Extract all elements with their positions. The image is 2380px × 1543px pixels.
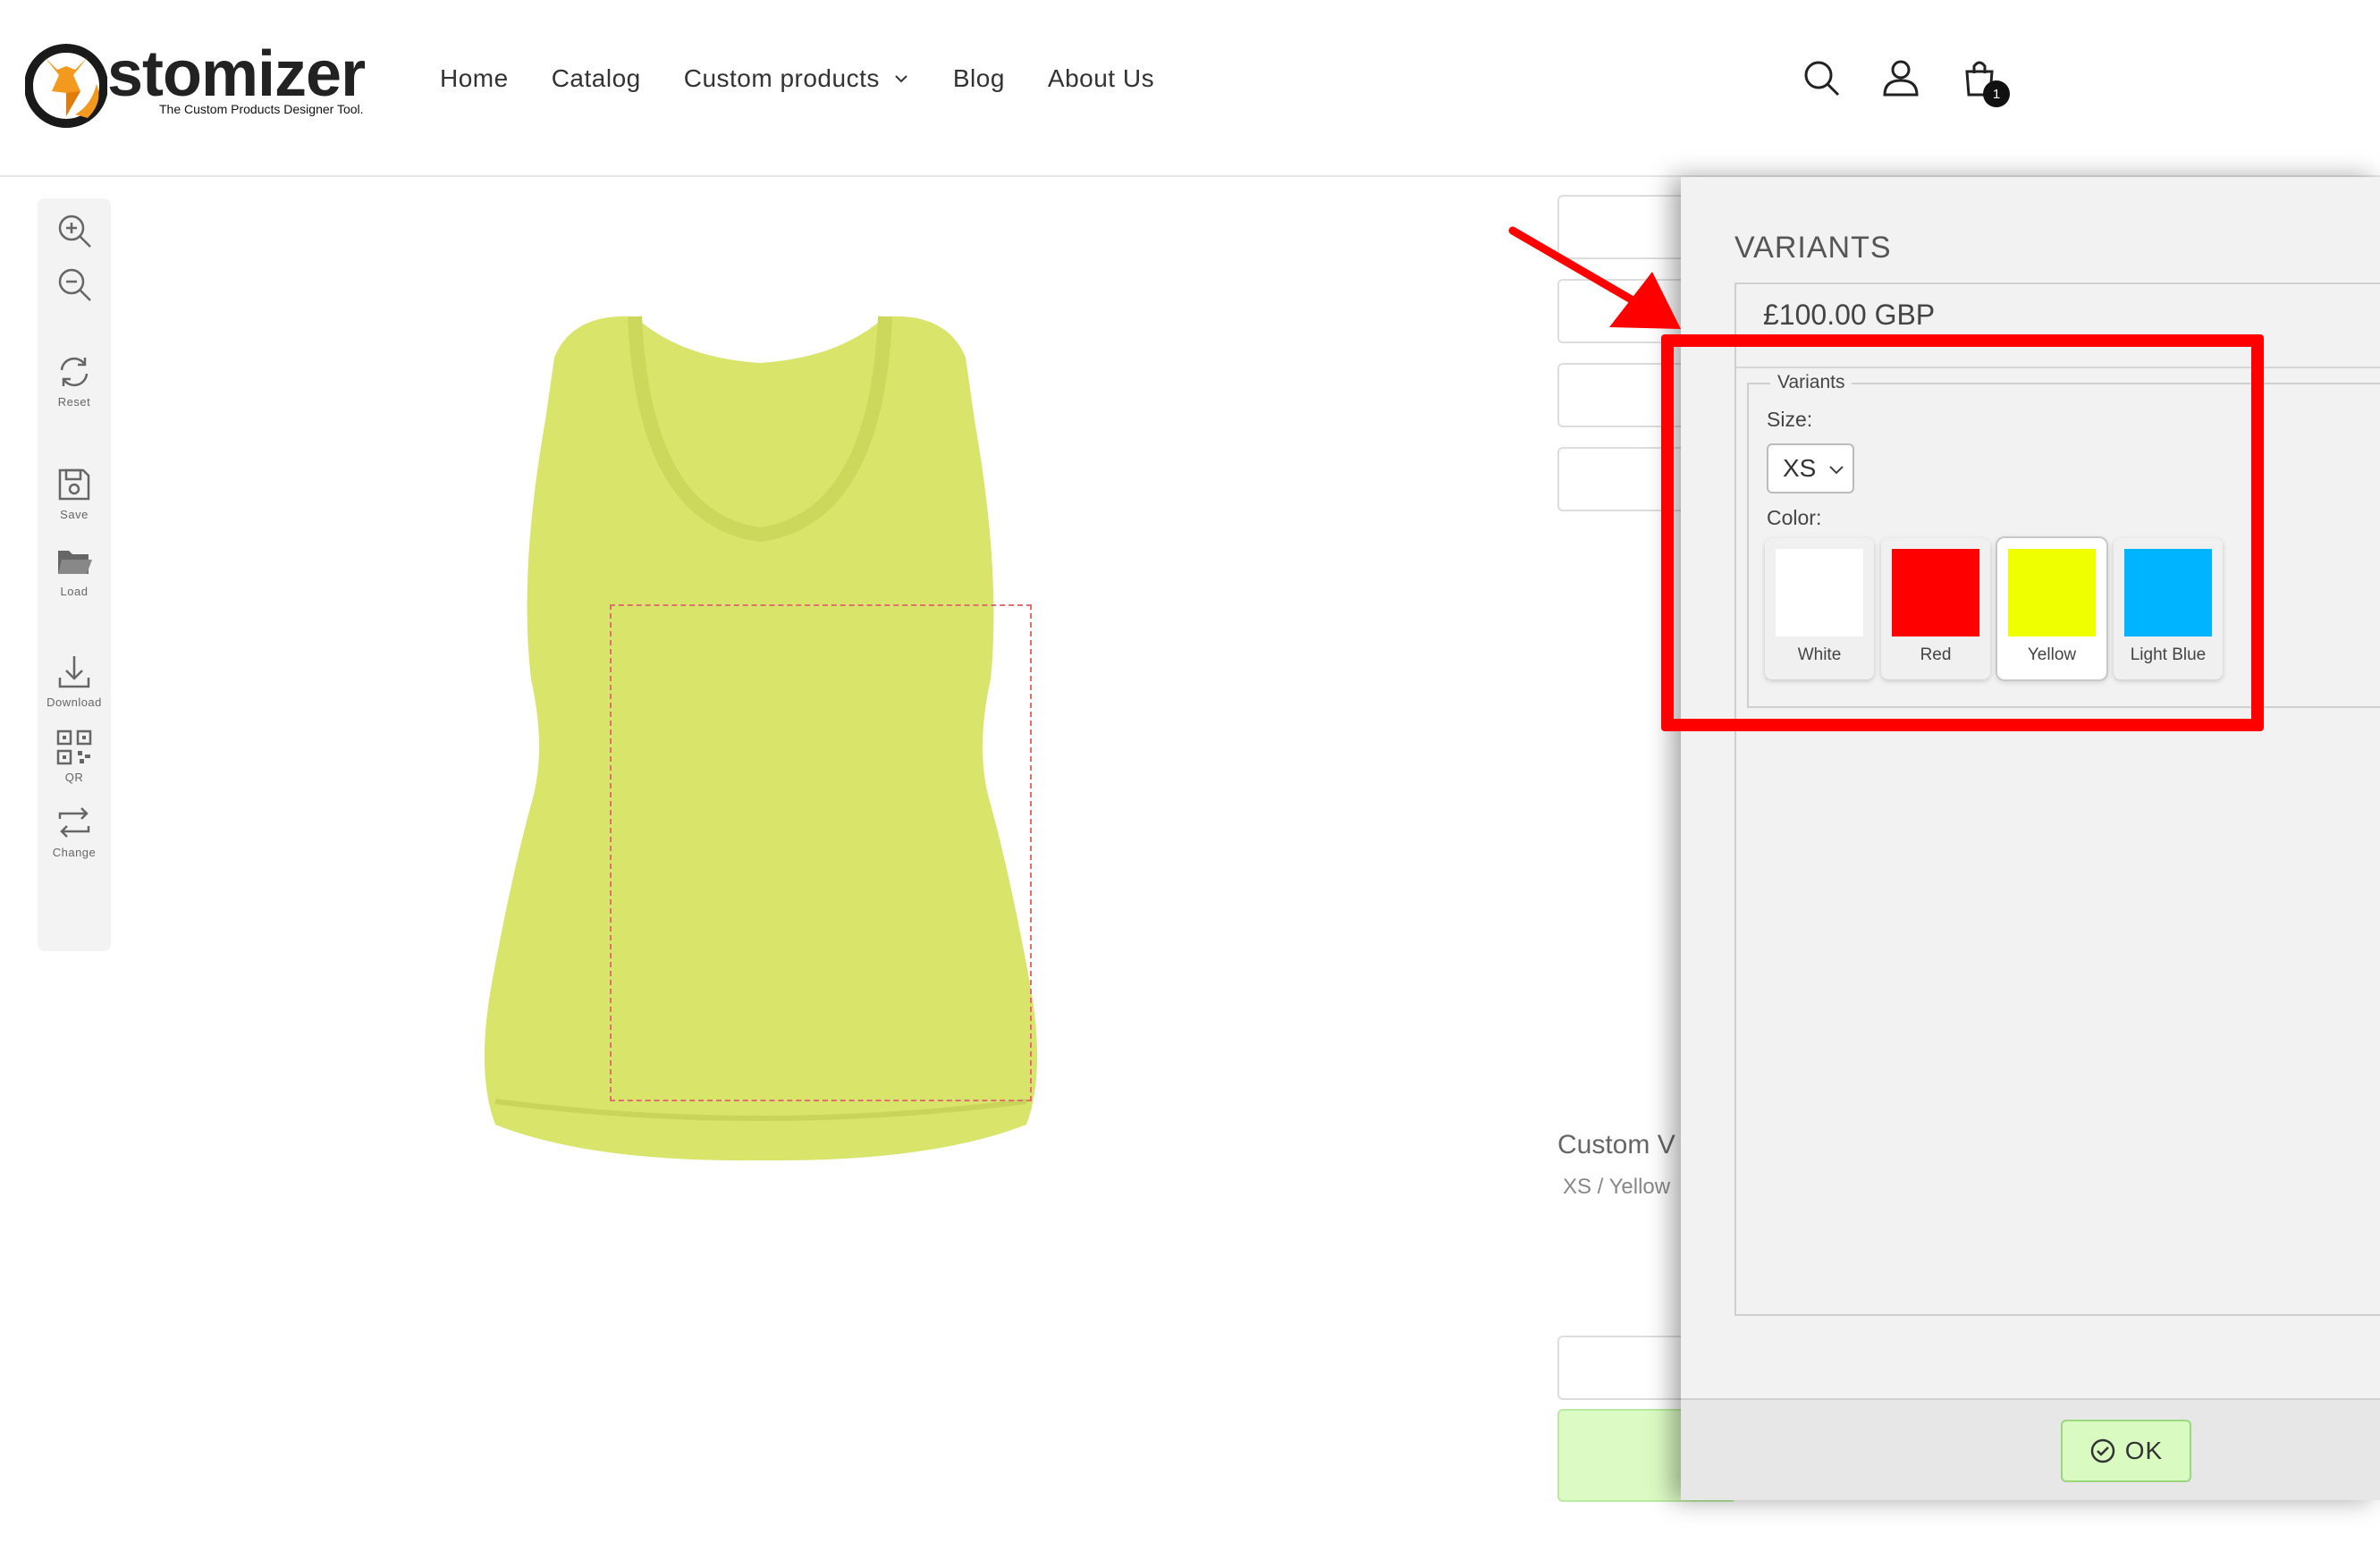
- change-button[interactable]: Change: [38, 803, 111, 859]
- site-logo[interactable]: stomizer The Custom Products Designer To…: [25, 36, 401, 134]
- header-actions: 1: [1797, 54, 2033, 107]
- chevron-down-icon: [895, 75, 907, 83]
- reset-label: Reset: [57, 395, 91, 409]
- download-icon: [58, 656, 90, 688]
- search-button[interactable]: [1797, 54, 1847, 104]
- load-label: Load: [60, 585, 89, 598]
- fox-logo-icon: [25, 44, 107, 128]
- load-button[interactable]: Load: [38, 542, 111, 598]
- change-label: Change: [52, 846, 97, 859]
- nav-home-label: Home: [440, 64, 509, 92]
- nav-custom-products-label: Custom products: [683, 64, 880, 92]
- save-label: Save: [60, 508, 89, 521]
- product-title: Custom V: [1557, 1130, 1675, 1159]
- zoom-in-button[interactable]: [38, 211, 111, 250]
- nav-custom-products[interactable]: Custom products: [684, 64, 910, 93]
- ok-button[interactable]: OK: [2061, 1420, 2191, 1482]
- save-button[interactable]: Save: [38, 465, 111, 521]
- zoom-out-icon: [58, 268, 91, 301]
- qr-icon: [56, 729, 92, 765]
- qr-button[interactable]: QR: [38, 728, 111, 784]
- nav-catalog[interactable]: Catalog: [552, 64, 641, 93]
- selected-variant-summary: XS / Yellow: [1563, 1175, 1671, 1199]
- variant-price: £100.00 GBP: [1763, 299, 1936, 331]
- account-icon: [1883, 60, 1919, 97]
- zoom-out-button[interactable]: [38, 265, 111, 304]
- download-label: Download: [46, 696, 102, 709]
- nav-catalog-label: Catalog: [551, 64, 641, 92]
- nav-blog[interactable]: Blog: [953, 64, 1005, 93]
- zoom-in-icon: [58, 215, 91, 248]
- download-button[interactable]: Download: [38, 653, 111, 709]
- reset-button[interactable]: Reset: [38, 352, 111, 409]
- variants-panel-title: VARIANTS: [1734, 231, 1892, 265]
- logo-wordmark: stomizer: [107, 38, 366, 110]
- site-header: stomizer The Custom Products Designer To…: [0, 0, 2380, 177]
- account-button[interactable]: [1876, 54, 1926, 104]
- nav-about-us-label: About Us: [1047, 64, 1155, 92]
- variants-panel-footer: OK: [1681, 1398, 2380, 1500]
- designer-toolbar: Reset Save Load Download QR Change: [38, 198, 111, 951]
- bg-quantity-field[interactable]: [1557, 1336, 1701, 1400]
- logo-tagline: The Custom Products Designer Tool.: [159, 102, 364, 116]
- reset-icon: [60, 357, 89, 387]
- main-nav: Home Catalog Custom products Blog About …: [440, 64, 1197, 93]
- search-icon: [1804, 61, 1840, 97]
- annotation-highlight-box: [1661, 334, 2264, 731]
- cart-count-badge: 1: [1983, 80, 2010, 107]
- save-icon: [58, 468, 90, 501]
- ok-button-label: OK: [2124, 1437, 2164, 1464]
- qr-label: QR: [64, 771, 84, 784]
- cart-button[interactable]: 1: [1954, 54, 2010, 107]
- nav-about-us[interactable]: About Us: [1048, 64, 1154, 93]
- print-area-outline[interactable]: [610, 604, 1032, 1101]
- nav-blog-label: Blog: [952, 64, 1005, 92]
- annotation-arrow-icon: [1508, 226, 1681, 329]
- nav-home[interactable]: Home: [440, 64, 509, 93]
- check-circle-icon: [2090, 1438, 2115, 1463]
- load-icon: [58, 551, 92, 574]
- change-icon: [58, 807, 90, 838]
